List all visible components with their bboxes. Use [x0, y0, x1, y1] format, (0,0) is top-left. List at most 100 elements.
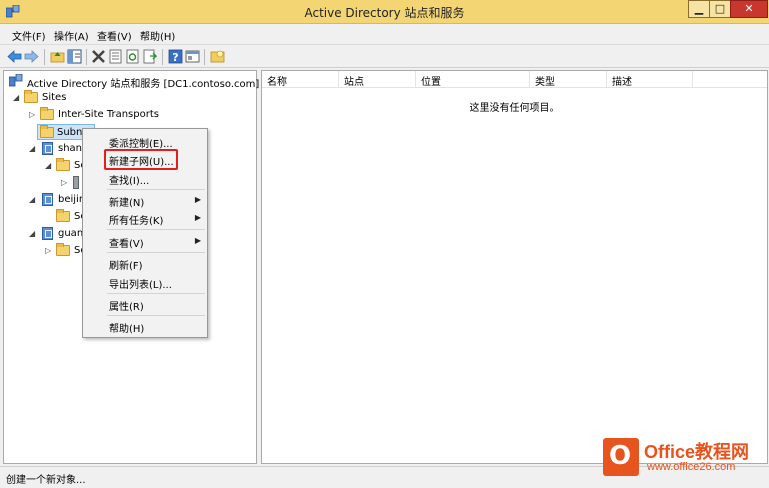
office-logo-letter: O	[609, 441, 632, 471]
tree-item-beijing[interactable]: ◢ beijing	[7, 192, 92, 208]
tree-item-label: Sites	[42, 92, 67, 103]
menu-item-new[interactable]: 新建(N) ▶	[83, 191, 207, 209]
help-icon[interactable]: ?	[168, 49, 183, 64]
folder-icon	[24, 90, 38, 103]
column-header-description[interactable]: 描述	[607, 71, 693, 88]
menu-file[interactable]: 文件(F)	[12, 28, 46, 43]
tree-item-guangzhou-servers[interactable]: ▷ Ser	[7, 243, 91, 259]
empty-list-message: 这里没有任何项目。	[469, 103, 560, 114]
menu-bar: 文件(F) 操作(A) 查看(V) 帮助(H)	[0, 24, 769, 44]
menu-item-label: 帮助(H)	[109, 324, 145, 335]
menu-item-help[interactable]: 帮助(H)	[83, 317, 207, 335]
folder-icon	[40, 125, 54, 138]
new-object-icon[interactable]	[210, 49, 225, 64]
forward-arrow-icon[interactable]	[24, 49, 39, 64]
menu-separator	[107, 252, 205, 253]
tree-item-shanghai[interactable]: ◢ shang	[7, 141, 88, 157]
menu-view[interactable]: 查看(V)	[97, 28, 132, 43]
tree-item-beijing-servers[interactable]: Ser	[7, 209, 91, 225]
server-icon	[73, 176, 79, 189]
toolbar-separator	[86, 49, 87, 65]
menu-item-label: 查找(I)...	[109, 176, 150, 187]
toolbar-separator	[44, 49, 45, 65]
menu-item-properties[interactable]: 属性(R)	[83, 295, 207, 313]
tree-root-label: Active Directory 站点和服务 [DC1.contoso.com]	[27, 79, 260, 90]
show-hide-tree-icon[interactable]	[67, 49, 82, 64]
tree-item-shanghai-server[interactable]: ▷	[7, 175, 87, 191]
expanded-triangle-icon[interactable]: ◢	[29, 196, 37, 204]
menu-item-all-tasks[interactable]: 所有任务(K) ▶	[83, 209, 207, 227]
properties-icon[interactable]	[108, 49, 123, 64]
office-logo-icon: O	[603, 438, 639, 476]
submenu-arrow-icon: ▶	[194, 195, 201, 204]
menu-separator	[107, 293, 205, 294]
column-header-location[interactable]: 位置	[416, 71, 530, 88]
status-text: 创建一个新对象...	[6, 475, 86, 486]
menu-separator	[107, 315, 205, 316]
result-pane[interactable]: 名称 站点 位置 类型 描述 这里没有任何项目。	[261, 70, 768, 464]
menu-item-label: 导出列表(L)...	[109, 280, 172, 291]
tree-item-sites[interactable]: ◢ Sites	[7, 90, 255, 106]
menu-separator	[107, 189, 205, 190]
expanded-triangle-icon[interactable]: ◢	[29, 145, 37, 153]
back-arrow-icon[interactable]	[7, 49, 22, 64]
menu-action[interactable]: 操作(A)	[54, 28, 89, 43]
window-title: Active Directory 站点和服务	[304, 6, 465, 20]
title-bar: Active Directory 站点和服务 ▁ □ ✕	[0, 0, 769, 24]
tree-root[interactable]: Active Directory 站点和服务 [DC1.contoso.com]	[7, 73, 259, 90]
ad-sites-root-icon	[9, 74, 23, 87]
expanded-triangle-icon[interactable]: ◢	[29, 230, 37, 238]
maximize-icon: □	[714, 2, 726, 15]
menu-item-refresh[interactable]: 刷新(F)	[83, 254, 207, 272]
toolbar: ?	[0, 44, 769, 68]
site-icon	[42, 193, 53, 206]
site-icon	[42, 142, 53, 155]
menu-item-label: 刷新(F)	[109, 261, 143, 272]
expanded-triangle-icon[interactable]: ◢	[13, 94, 21, 102]
menu-separator	[107, 229, 205, 230]
folder-icon	[56, 209, 70, 222]
menu-item-label: 查看(V)	[109, 239, 144, 250]
tree-item-inter-site-transports[interactable]: ▷ Inter-Site Transports	[7, 107, 255, 123]
show-console-icon[interactable]	[185, 49, 200, 64]
tree-item-shanghai-servers[interactable]: ◢ Ser	[7, 158, 91, 174]
folder-icon	[56, 158, 70, 171]
collapsed-triangle-icon[interactable]: ▷	[61, 179, 69, 187]
column-header-site[interactable]: 站点	[339, 71, 416, 88]
menu-help[interactable]: 帮助(H)	[140, 28, 175, 43]
submenu-arrow-icon: ▶	[194, 236, 201, 245]
column-header-type[interactable]: 类型	[530, 71, 607, 88]
expanded-triangle-icon[interactable]: ◢	[45, 162, 53, 170]
menu-item-label: 新建(N)	[109, 198, 145, 209]
maximize-button[interactable]: □	[709, 0, 731, 18]
minimize-button[interactable]: ▁	[688, 0, 710, 18]
minimize-icon: ▁	[694, 2, 704, 15]
close-button[interactable]: ✕	[730, 0, 768, 18]
menu-item-view[interactable]: 查看(V) ▶	[83, 232, 207, 250]
toolbar-separator	[162, 49, 163, 65]
tree-item-guangzhou[interactable]: ◢ guang	[7, 226, 90, 242]
menu-item-label: 属性(R)	[109, 302, 144, 313]
folder-icon	[56, 243, 70, 256]
toolbar-separator	[204, 49, 205, 65]
menu-item-delegate-control[interactable]: 委派控制(E)...	[83, 132, 207, 150]
menu-item-find[interactable]: 查找(I)...	[83, 169, 207, 187]
menu-item-label: 委派控制(E)...	[109, 139, 173, 150]
tree-item-label: Inter-Site Transports	[58, 109, 159, 120]
menu-item-label: 所有任务(K)	[109, 216, 164, 227]
folder-icon	[40, 107, 54, 120]
menu-item-export-list[interactable]: 导出列表(L)...	[83, 273, 207, 291]
collapsed-triangle-icon[interactable]: ▷	[45, 247, 53, 255]
site-icon	[42, 227, 53, 240]
delete-icon[interactable]	[91, 49, 106, 64]
export-list-icon[interactable]	[142, 49, 157, 64]
up-folder-icon[interactable]	[50, 49, 65, 64]
collapsed-triangle-icon[interactable]: ▷	[29, 111, 37, 119]
context-menu: 委派控制(E)... 新建子网(U)... 查找(I)... 新建(N) ▶ 所有…	[82, 128, 208, 338]
highlight-annotation-box	[104, 149, 178, 170]
submenu-arrow-icon: ▶	[194, 213, 201, 222]
column-header-name[interactable]: 名称	[262, 71, 339, 88]
refresh-icon[interactable]	[125, 49, 140, 64]
close-icon: ✕	[744, 2, 754, 15]
list-header: 名称 站点 位置 类型 描述	[262, 71, 767, 88]
